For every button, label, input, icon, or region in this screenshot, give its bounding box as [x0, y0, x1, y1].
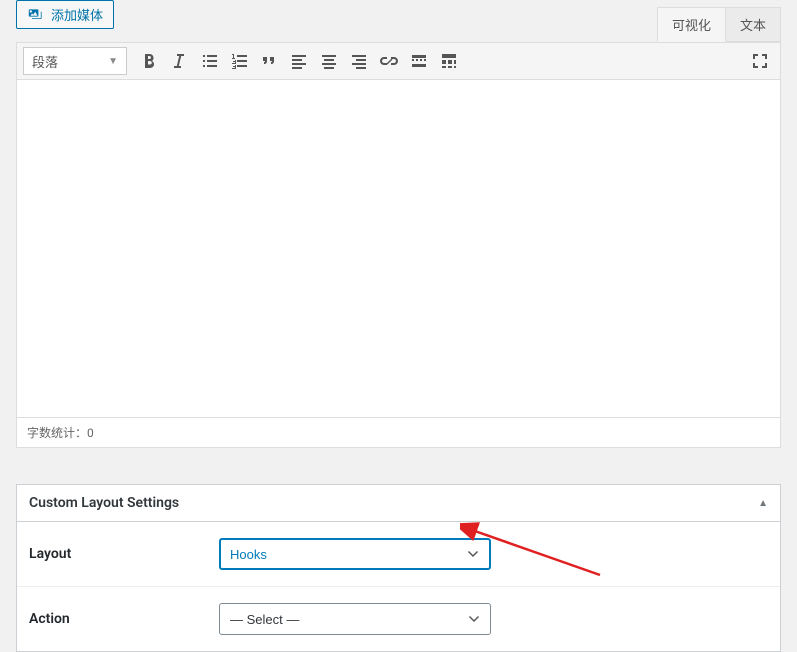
- tab-text[interactable]: 文本: [725, 7, 781, 42]
- add-media-label: 添加媒体: [51, 5, 103, 24]
- chevron-down-icon: ▼: [108, 56, 118, 67]
- layout-label: Layout: [29, 546, 219, 562]
- metabox-title: Custom Layout Settings: [29, 495, 179, 511]
- editor-content-area[interactable]: [16, 80, 781, 418]
- align-center-button[interactable]: [315, 47, 343, 75]
- collapse-icon: ▲: [758, 498, 768, 509]
- italic-button[interactable]: [165, 47, 193, 75]
- tab-visual[interactable]: 可视化: [657, 7, 726, 42]
- metabox-header[interactable]: Custom Layout Settings ▲: [17, 485, 780, 522]
- bold-button[interactable]: [135, 47, 163, 75]
- bullet-list-button[interactable]: [195, 47, 223, 75]
- action-label: Action: [29, 611, 219, 627]
- format-selector[interactable]: 段落 ▼: [23, 47, 127, 75]
- add-media-button[interactable]: 添加媒体: [16, 0, 114, 29]
- action-field-row: Action — Select —: [17, 587, 780, 651]
- action-select[interactable]: — Select —: [219, 603, 491, 635]
- align-right-button[interactable]: [345, 47, 373, 75]
- layout-select[interactable]: Hooks: [219, 538, 491, 570]
- numbered-list-button[interactable]: [225, 47, 253, 75]
- readmore-button[interactable]: [405, 47, 433, 75]
- toolbar-toggle-button[interactable]: [435, 47, 463, 75]
- fullscreen-button[interactable]: [746, 47, 774, 75]
- word-count-bar: 字数统计：0: [16, 418, 781, 448]
- editor-toolbar: 段落 ▼: [16, 42, 781, 80]
- align-left-button[interactable]: [285, 47, 313, 75]
- blockquote-button[interactable]: [255, 47, 283, 75]
- media-icon: [27, 7, 45, 23]
- link-button[interactable]: [375, 47, 403, 75]
- layout-field-row: Layout Hooks: [17, 522, 780, 587]
- custom-layout-settings-metabox: Custom Layout Settings ▲ Layout Hooks Ac…: [16, 484, 781, 652]
